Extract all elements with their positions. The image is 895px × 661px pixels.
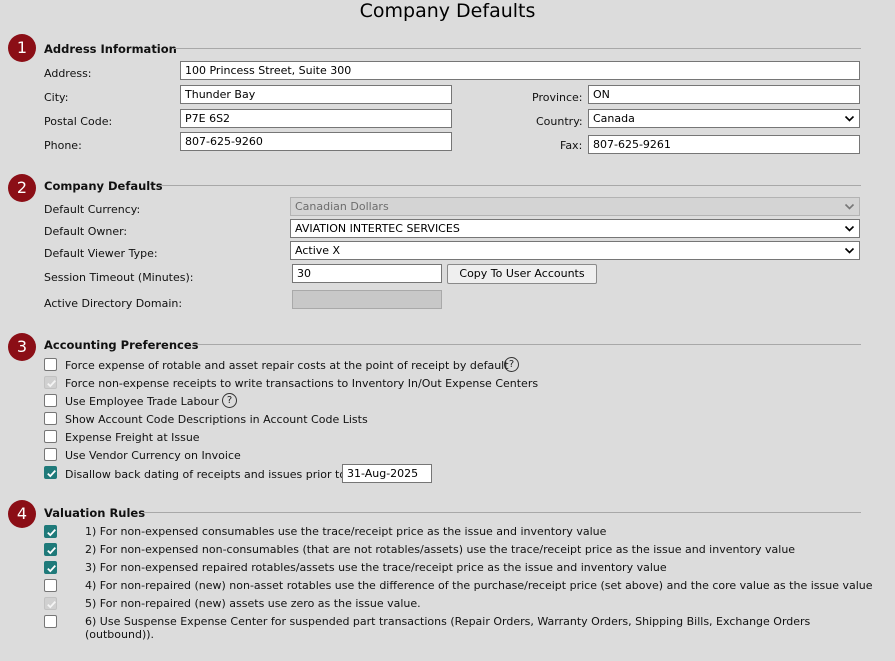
phone-input[interactable]: 807-625-9260 <box>180 132 452 151</box>
valuation-rule-label: 2) For non-expensed non-consumables (tha… <box>85 543 796 556</box>
ad-domain-label: Active Directory Domain: <box>44 297 183 310</box>
section-badge-2: 2 <box>8 174 36 202</box>
province-input[interactable]: ON <box>588 85 860 104</box>
checkmark-icon <box>47 469 56 478</box>
currency-label: Default Currency: <box>44 203 141 216</box>
ad-domain-input <box>292 290 442 309</box>
country-select[interactable]: Canada <box>588 109 860 128</box>
checkmark-icon <box>47 379 56 388</box>
backdate-cutoff-date-input[interactable]: 31-Aug-2025 <box>342 464 432 483</box>
section-divider <box>174 48 861 49</box>
currency-select-value: Canadian Dollars <box>295 200 389 213</box>
chevron-down-icon <box>844 225 855 232</box>
valuation-rule-label: 4) For non-repaired (new) non-asset rota… <box>85 579 873 592</box>
help-circle-icon[interactable]: ? <box>222 393 237 408</box>
address-input[interactable]: 100 Princess Street, Suite 300 <box>180 61 860 80</box>
chevron-down-icon <box>844 247 855 254</box>
accounting-option-checkbox[interactable] <box>44 430 57 443</box>
city-label: City: <box>44 91 69 104</box>
session-timeout-input[interactable]: 30 <box>292 264 442 283</box>
section-heading-address: Address Information <box>44 42 177 56</box>
chevron-down-icon <box>844 203 855 210</box>
section-divider <box>192 344 861 345</box>
accounting-option-label: Expense Freight at Issue <box>65 431 200 444</box>
page-title: Company Defaults <box>359 0 536 22</box>
section-badge-1: 1 <box>8 34 36 62</box>
country-select-value: Canada <box>593 112 635 125</box>
section-heading-valuation: Valuation Rules <box>44 506 146 520</box>
currency-select: Canadian Dollars <box>290 197 860 216</box>
valuation-rule-checkbox[interactable] <box>44 561 57 574</box>
valuation-rule-checkbox <box>44 597 57 610</box>
checkmark-icon <box>47 528 56 537</box>
section-heading-accounting: Accounting Preferences <box>44 338 199 352</box>
city-input[interactable]: Thunder Bay <box>180 85 452 104</box>
accounting-option-checkbox <box>44 376 57 389</box>
owner-select[interactable]: AVIATION INTERTEC SERVICES <box>290 219 860 238</box>
accounting-option-label: Force non-expense receipts to write tran… <box>65 377 539 390</box>
help-circle-icon[interactable]: ? <box>504 357 519 372</box>
copy-to-user-accounts-button[interactable]: Copy To User Accounts <box>447 264 597 284</box>
valuation-rule-label-continued: (outbound)). <box>85 628 155 641</box>
accounting-option-checkbox[interactable] <box>44 448 57 461</box>
section-divider <box>144 512 861 513</box>
phone-label: Phone: <box>44 139 82 152</box>
section-divider <box>158 185 861 186</box>
accounting-option-label: Disallow back dating of receipts and iss… <box>65 468 347 481</box>
section-heading-company: Company Defaults <box>44 179 163 193</box>
valuation-rule-checkbox[interactable] <box>44 615 57 628</box>
checkmark-icon <box>47 600 56 609</box>
checkmark-icon <box>47 546 56 555</box>
checkmark-icon <box>47 564 56 573</box>
address-label: Address: <box>44 67 92 80</box>
owner-label: Default Owner: <box>44 225 128 238</box>
fax-input[interactable]: 807-625-9261 <box>588 135 860 154</box>
accounting-option-checkbox[interactable] <box>44 394 57 407</box>
accounting-option-label: Force expense of rotable and asset repai… <box>65 359 509 372</box>
section-badge-3: 3 <box>8 333 36 361</box>
session-timeout-label: Session Timeout (Minutes): <box>44 271 194 284</box>
accounting-option-checkbox[interactable] <box>44 412 57 425</box>
valuation-rule-label: 1) For non-expensed consumables use the … <box>85 525 607 538</box>
viewer-type-label: Default Viewer Type: <box>44 247 158 260</box>
postal-code-label: Postal Code: <box>44 115 113 128</box>
accounting-option-checkbox[interactable] <box>44 358 57 371</box>
postal-code-input[interactable]: P7E 6S2 <box>180 109 452 128</box>
viewer-type-select[interactable]: Active X <box>290 241 860 260</box>
owner-select-value: AVIATION INTERTEC SERVICES <box>295 222 460 235</box>
accounting-option-checkbox[interactable] <box>44 466 57 479</box>
fax-label: Fax: <box>560 139 583 152</box>
valuation-rule-label: 6) Use Suspense Expense Center for suspe… <box>85 615 811 628</box>
valuation-rule-checkbox[interactable] <box>44 525 57 538</box>
viewer-type-select-value: Active X <box>295 244 341 257</box>
province-label: Province: <box>532 91 583 104</box>
valuation-rule-checkbox[interactable] <box>44 543 57 556</box>
country-label: Country: <box>536 115 583 128</box>
chevron-down-icon <box>844 115 855 122</box>
accounting-option-label: Show Account Code Descriptions in Accoun… <box>65 413 368 426</box>
valuation-rule-checkbox[interactable] <box>44 579 57 592</box>
valuation-rule-label: 3) For non-expensed repaired rotables/as… <box>85 561 667 574</box>
accounting-option-label: Use Employee Trade Labour <box>65 395 219 408</box>
valuation-rule-label: 5) For non-repaired (new) assets use zer… <box>85 597 421 610</box>
accounting-option-label: Use Vendor Currency on Invoice <box>65 449 241 462</box>
section-badge-4: 4 <box>8 500 36 528</box>
